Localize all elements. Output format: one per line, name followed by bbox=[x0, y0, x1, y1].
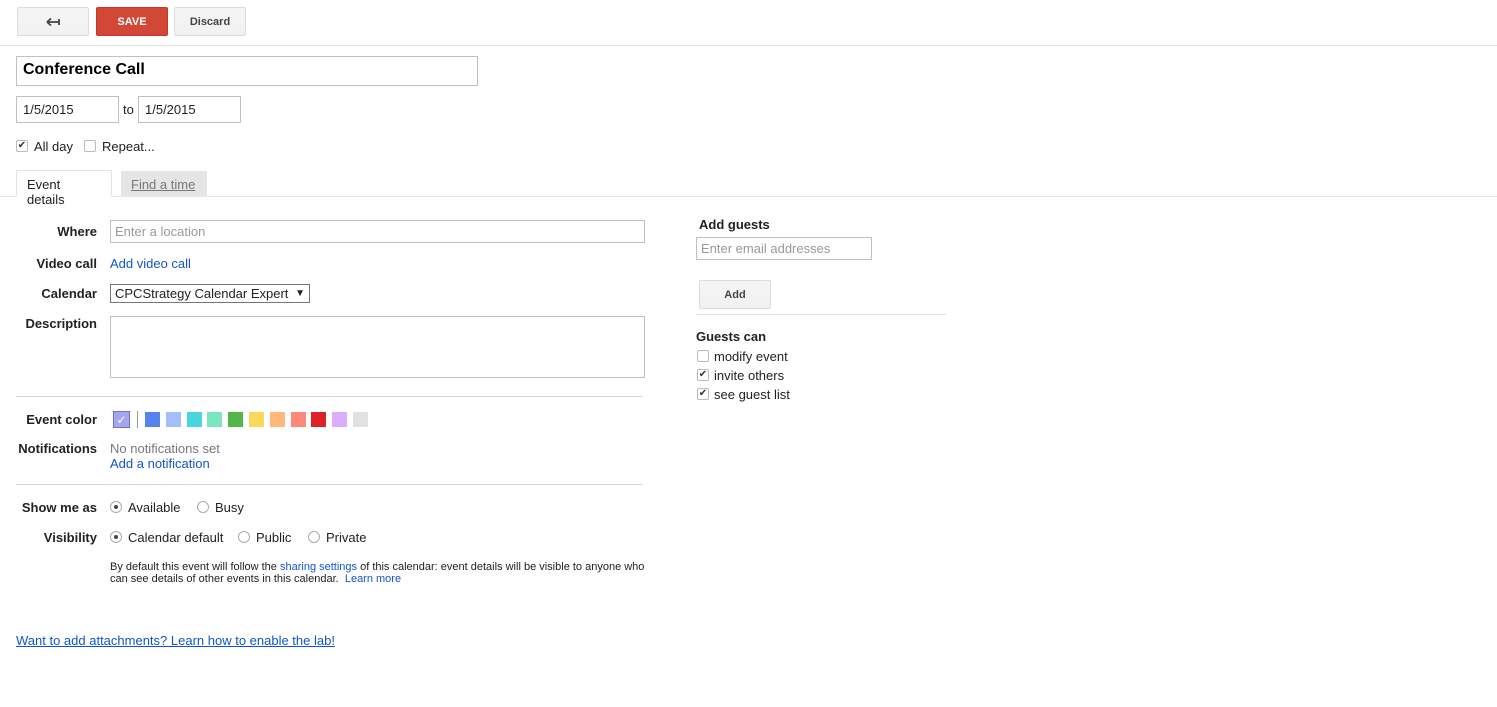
color-swatch[interactable] bbox=[311, 412, 327, 427]
calendar-default-radio[interactable] bbox=[110, 531, 122, 543]
event-title-input[interactable]: Conference Call bbox=[16, 56, 478, 86]
all-day-checkbox[interactable] bbox=[16, 140, 28, 152]
color-swatch[interactable] bbox=[332, 412, 348, 427]
guests-divider bbox=[696, 314, 946, 315]
sharing-settings-link[interactable]: sharing settings bbox=[280, 561, 357, 573]
start-date-input[interactable]: 1/5/2015 bbox=[16, 96, 119, 123]
tab-find-a-time[interactable]: Find a time bbox=[121, 171, 207, 196]
check-icon: ✓ bbox=[116, 412, 127, 427]
see-guest-list-checkbox[interactable] bbox=[697, 388, 709, 400]
color-swatch[interactable] bbox=[145, 412, 160, 427]
where-input[interactable]: Enter a location bbox=[110, 220, 645, 243]
busy-label: Busy bbox=[215, 500, 244, 515]
modify-event-checkbox[interactable] bbox=[697, 350, 709, 362]
learn-more-link[interactable]: Learn more bbox=[345, 573, 401, 585]
divider bbox=[16, 396, 643, 397]
divider bbox=[16, 484, 643, 485]
no-notifications-text: No notifications set bbox=[110, 441, 220, 456]
description-textarea[interactable] bbox=[110, 316, 645, 378]
add-video-call-link[interactable]: Add video call bbox=[110, 256, 191, 271]
public-radio[interactable] bbox=[238, 531, 250, 543]
to-label: to bbox=[123, 102, 134, 117]
private-radio[interactable] bbox=[308, 531, 320, 543]
save-button[interactable]: SAVE bbox=[96, 7, 168, 36]
video-call-label: Video call bbox=[36, 256, 97, 271]
all-day-label: All day bbox=[34, 139, 74, 154]
private-label: Private bbox=[326, 530, 367, 545]
color-swatch[interactable] bbox=[228, 412, 244, 427]
calendar-default-label: Calendar default bbox=[128, 530, 224, 545]
add-guests-title: Add guests bbox=[699, 217, 770, 232]
tab-event-details[interactable]: Event details bbox=[16, 170, 112, 207]
busy-radio[interactable] bbox=[197, 501, 209, 513]
see-guest-list-label: see guest list bbox=[714, 387, 790, 402]
description-label: Description bbox=[25, 316, 97, 331]
event-color-label: Event color bbox=[26, 412, 97, 427]
color-swatch[interactable] bbox=[269, 412, 285, 427]
modify-event-label: modify event bbox=[714, 349, 788, 364]
calendar-select-value: CPCStrategy Calendar Expert bbox=[115, 286, 289, 301]
guest-email-input[interactable]: Enter email addresses bbox=[696, 237, 872, 260]
invite-others-label: invite others bbox=[714, 368, 785, 383]
add-notification-link[interactable]: Add a notification bbox=[110, 456, 210, 471]
color-swatch[interactable] bbox=[165, 412, 181, 427]
back-button[interactable] bbox=[17, 7, 89, 36]
attachments-lab-link[interactable]: Want to add attachments? Learn how to en… bbox=[16, 633, 335, 648]
invite-others-checkbox[interactable] bbox=[697, 369, 709, 381]
note-text: By default this event will follow the bbox=[110, 561, 280, 573]
available-radio[interactable] bbox=[110, 501, 122, 513]
add-guest-button[interactable]: Add bbox=[699, 280, 771, 309]
visibility-label: Visibility bbox=[43, 530, 97, 545]
color-swatch[interactable] bbox=[353, 412, 368, 427]
calendar-select[interactable]: CPCStrategy Calendar Expert ▼ bbox=[110, 284, 310, 303]
guests-can-label: Guests can bbox=[696, 329, 767, 344]
color-swatch[interactable] bbox=[290, 412, 306, 427]
discard-button[interactable]: Discard bbox=[174, 7, 246, 36]
back-arrow-icon bbox=[46, 17, 60, 26]
repeat-checkbox[interactable] bbox=[84, 140, 96, 152]
show-me-as-label: Show me as bbox=[21, 500, 97, 515]
notifications-label: Notifications bbox=[18, 441, 97, 456]
color-swatch[interactable] bbox=[249, 412, 264, 427]
color-swatch[interactable] bbox=[207, 412, 223, 427]
end-date-input[interactable]: 1/5/2015 bbox=[138, 96, 241, 123]
color-separator bbox=[137, 411, 138, 428]
visibility-note: By default this event will follow the sh… bbox=[110, 561, 650, 585]
repeat-label: Repeat... bbox=[102, 139, 155, 154]
tabs-divider bbox=[0, 196, 1497, 197]
available-label: Available bbox=[128, 500, 181, 515]
dropdown-arrow-icon: ▼ bbox=[295, 288, 305, 299]
color-swatch[interactable] bbox=[186, 412, 202, 427]
calendar-label: Calendar bbox=[41, 286, 97, 301]
where-label: Where bbox=[57, 224, 97, 239]
public-label: Public bbox=[256, 530, 292, 545]
selected-color-swatch[interactable]: ✓ bbox=[113, 411, 130, 428]
